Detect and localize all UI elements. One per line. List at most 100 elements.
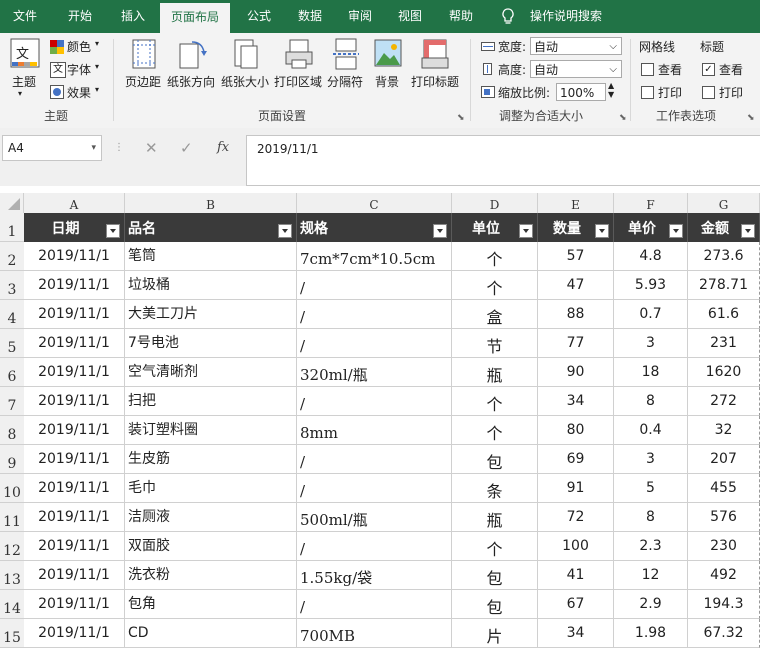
cell-amount[interactable]: 32 (688, 416, 760, 445)
print-titles-button[interactable]: 打印标题 (411, 73, 459, 90)
table-header-item[interactable]: 品名 (125, 213, 297, 242)
margins-icon[interactable] (131, 39, 157, 69)
row-header-13[interactable]: 13 (0, 561, 24, 590)
cell-amount[interactable]: 273.6 (688, 242, 760, 271)
tab-data[interactable]: 数据 (285, 0, 335, 33)
cell-price[interactable]: 0.4 (614, 416, 688, 445)
row-header-5[interactable]: 5 (0, 329, 24, 358)
cell-qty[interactable]: 57 (538, 242, 614, 271)
themes-icon[interactable]: 文 (10, 38, 40, 68)
cell-spec[interactable]: / (297, 532, 452, 561)
row-header-7[interactable]: 7 (0, 387, 24, 416)
cell-date[interactable]: 2019/11/1 (24, 242, 125, 271)
row-header-1[interactable]: 1 (0, 213, 24, 242)
cell-item[interactable]: 7号电池 (125, 329, 297, 358)
cell-amount[interactable]: 61.6 (688, 300, 760, 329)
column-header-e[interactable]: E (538, 193, 614, 213)
cell-spec[interactable]: 500ml/瓶 (297, 503, 452, 532)
row-header-2[interactable]: 2 (0, 242, 24, 271)
dialog-launcher-icon[interactable]: ⬊ (457, 113, 465, 123)
cell-date[interactable]: 2019/11/1 (24, 503, 125, 532)
cell-amount[interactable]: 272 (688, 387, 760, 416)
cell-item[interactable]: 洁厕液 (125, 503, 297, 532)
cell-qty[interactable]: 88 (538, 300, 614, 329)
column-header-b[interactable]: B (125, 193, 297, 213)
row-header-4[interactable]: 4 (0, 300, 24, 329)
breaks-button[interactable]: 分隔符 (327, 73, 363, 90)
cell-qty[interactable]: 77 (538, 329, 614, 358)
cell-unit[interactable]: 条 (452, 474, 538, 503)
cell-amount[interactable]: 492 (688, 561, 760, 590)
cell-unit[interactable]: 包 (452, 590, 538, 619)
cell-price[interactable]: 0.7 (614, 300, 688, 329)
cell-date[interactable]: 2019/11/1 (24, 532, 125, 561)
cell-item[interactable]: 空气清晰剂 (125, 358, 297, 387)
cell-spec[interactable]: / (297, 590, 452, 619)
cell-unit[interactable]: 包 (452, 445, 538, 474)
cell-qty[interactable]: 69 (538, 445, 614, 474)
name-box[interactable]: A4 ▾ (2, 135, 102, 161)
colors-button[interactable]: 颜色 (67, 38, 91, 55)
themes-button[interactable]: 主题 (12, 73, 36, 90)
cell-qty[interactable]: 80 (538, 416, 614, 445)
cell-price[interactable]: 3 (614, 329, 688, 358)
cell-price[interactable]: 3 (614, 445, 688, 474)
size-button[interactable]: 纸张大小 (221, 73, 269, 90)
size-icon[interactable] (232, 38, 260, 70)
cell-amount[interactable]: 230 (688, 532, 760, 561)
cell-price[interactable]: 4.8 (614, 242, 688, 271)
row-header-10[interactable]: 10 (0, 474, 24, 503)
cell-price[interactable]: 2.3 (614, 532, 688, 561)
tab-file[interactable]: 文件 (0, 0, 50, 33)
cell-price[interactable]: 8 (614, 503, 688, 532)
cell-unit[interactable]: 瓶 (452, 503, 538, 532)
cell-amount[interactable]: 1620 (688, 358, 760, 387)
breaks-icon[interactable] (333, 38, 359, 70)
cell-qty[interactable]: 90 (538, 358, 614, 387)
cell-item[interactable]: 装订塑料圈 (125, 416, 297, 445)
cell-price[interactable]: 12 (614, 561, 688, 590)
background-button[interactable]: 背景 (375, 73, 399, 90)
cell-spec[interactable]: 8mm (297, 416, 452, 445)
headings-print-checkbox[interactable] (702, 86, 715, 99)
cancel-icon[interactable]: ✕ (145, 139, 158, 157)
column-header-g[interactable]: G (688, 193, 760, 213)
filter-dropdown-icon[interactable] (433, 224, 447, 238)
cell-date[interactable]: 2019/11/1 (24, 300, 125, 329)
cell-amount[interactable]: 231 (688, 329, 760, 358)
row-header-12[interactable]: 12 (0, 532, 24, 561)
cell-qty[interactable]: 67 (538, 590, 614, 619)
cell-spec[interactable]: / (297, 300, 452, 329)
gridlines-view-checkbox[interactable] (641, 63, 654, 76)
cell-spec[interactable]: / (297, 387, 452, 416)
cell-item[interactable]: 生皮筋 (125, 445, 297, 474)
column-header-f[interactable]: F (614, 193, 688, 213)
cell-item[interactable]: 包角 (125, 590, 297, 619)
tab-view[interactable]: 视图 (385, 0, 435, 33)
cell-spec[interactable]: / (297, 445, 452, 474)
cell-price[interactable]: 8 (614, 387, 688, 416)
cell-qty[interactable]: 91 (538, 474, 614, 503)
cell-date[interactable]: 2019/11/1 (24, 329, 125, 358)
print-area-button[interactable]: 打印区域 (274, 73, 322, 90)
cell-price[interactable]: 2.9 (614, 590, 688, 619)
print-area-icon[interactable] (284, 38, 314, 70)
row-header-6[interactable]: 6 (0, 358, 24, 387)
cell-date[interactable]: 2019/11/1 (24, 445, 125, 474)
table-header-qty[interactable]: 数量 (538, 213, 614, 242)
cell-price[interactable]: 5 (614, 474, 688, 503)
cell-item[interactable]: 扫把 (125, 387, 297, 416)
height-select[interactable]: 自动 ⌵ (530, 60, 622, 78)
table-header-date[interactable]: 日期 (24, 213, 125, 242)
cell-item[interactable]: 大美工刀片 (125, 300, 297, 329)
cell-date[interactable]: 2019/11/1 (24, 358, 125, 387)
filter-dropdown-icon[interactable] (278, 224, 292, 238)
cell-qty[interactable]: 72 (538, 503, 614, 532)
table-header-unit[interactable]: 单位 (452, 213, 538, 242)
cell-date[interactable]: 2019/11/1 (24, 561, 125, 590)
cell-unit[interactable]: 包 (452, 561, 538, 590)
insert-function-icon[interactable]: fx (217, 140, 229, 155)
cell-amount[interactable]: 194.3 (688, 590, 760, 619)
cell-date[interactable]: 2019/11/1 (24, 590, 125, 619)
cell-unit[interactable]: 个 (452, 387, 538, 416)
